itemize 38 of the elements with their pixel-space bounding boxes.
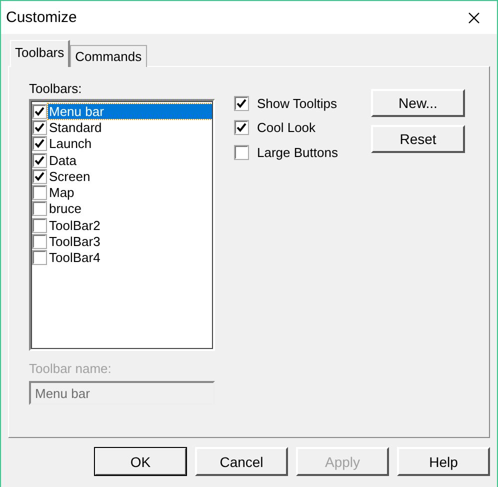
window-title: Customize: [6, 9, 77, 26]
list-item[interactable]: ToolBar2: [48, 218, 102, 233]
checkbox[interactable]: [33, 154, 46, 167]
list-item[interactable]: Screen: [48, 168, 92, 184]
close-icon[interactable]: [468, 12, 480, 24]
checkbox[interactable]: [235, 146, 248, 159]
list-item[interactable]: Menu bar: [48, 104, 212, 119]
list-item[interactable]: Data: [48, 152, 78, 168]
checkbox[interactable]: [33, 202, 46, 216]
list-item[interactable]: Map: [48, 185, 76, 200]
toolbar-list[interactable]: Menu bar Standard Launch Data Screen Map bruce ToolBar2 ToolBar3 ToolBar4: [29, 99, 215, 351]
list-item[interactable]: bruce: [48, 201, 83, 216]
tab[interactable]: Commands: [70, 45, 147, 67]
field-label: Toolbar name:: [29, 361, 112, 377]
dialog-button[interactable]: Reset: [371, 125, 465, 153]
checkbox[interactable]: [235, 96, 248, 110]
list-item[interactable]: ToolBar4: [48, 250, 102, 266]
checkbox[interactable]: [33, 104, 46, 118]
checkbox-label[interactable]: Cool Look: [257, 120, 316, 136]
checkbox[interactable]: [33, 120, 46, 134]
list-item[interactable]: Standard: [48, 120, 103, 135]
checkbox[interactable]: [33, 137, 46, 150]
tab[interactable]: Toolbars: [10, 40, 70, 67]
checkbox[interactable]: [235, 121, 248, 134]
checkbox[interactable]: [33, 186, 46, 200]
list-item[interactable]: ToolBar3: [48, 234, 102, 250]
checkbox-label[interactable]: Show Tooltips: [257, 96, 337, 111]
dialog-button[interactable]: Help: [397, 447, 490, 476]
dialog-button[interactable]: Cancel: [195, 447, 288, 476]
checkbox-label[interactable]: Large Buttons: [257, 144, 338, 160]
dialog-button[interactable]: OK: [94, 447, 187, 476]
checkbox[interactable]: [33, 251, 46, 264]
dialog-button[interactable]: New...: [371, 89, 465, 117]
list-label: Toolbars:: [29, 81, 83, 97]
checkbox[interactable]: [33, 235, 46, 248]
checkbox[interactable]: [33, 218, 46, 232]
list-item[interactable]: Launch: [48, 136, 93, 152]
checkbox[interactable]: [33, 170, 46, 183]
